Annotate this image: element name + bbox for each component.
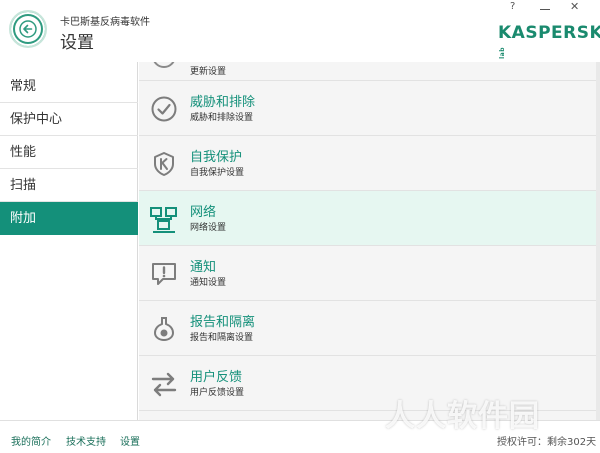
list-item-title: 用户反馈 bbox=[190, 370, 243, 385]
sidebar: 常规 保护中心 性能 扫描 附加 bbox=[0, 62, 138, 420]
app-name: 卡巴斯基反病毒软件 bbox=[60, 17, 150, 28]
minimize-button[interactable] bbox=[540, 2, 550, 10]
list-item-sub: 网络设置 bbox=[190, 223, 227, 233]
list-item-title: 网络 bbox=[190, 205, 217, 220]
list-item-title: 威胁和排除 bbox=[190, 95, 256, 110]
list-item-threats[interactable]: 威胁和排除 威胁和排除设置 bbox=[139, 81, 600, 136]
sidebar-item-protection-center[interactable]: 保护中心 bbox=[0, 103, 138, 136]
header: 卡巴斯基反病毒软件 设置 ? ✕ KASPERSKYlab bbox=[0, 0, 600, 62]
watermark: 人人软件园 bbox=[385, 399, 540, 434]
back-arrow-icon bbox=[15, 16, 41, 42]
list-item-reports[interactable]: 报告和隔离 报告和隔离设置 bbox=[139, 301, 600, 356]
list-item-sub: 报告和隔离设置 bbox=[190, 333, 254, 343]
list-item-update-partial[interactable]: 更新设置 bbox=[139, 62, 600, 81]
shield-k-icon bbox=[149, 149, 179, 179]
list-item-notifications[interactable]: 通知 通知设置 bbox=[139, 246, 600, 301]
sidebar-item-additional[interactable]: 附加 bbox=[0, 202, 138, 235]
update-icon bbox=[149, 62, 179, 71]
license-status: 授权许可：剩余302天 bbox=[497, 437, 597, 448]
list-item-network[interactable]: 网络 网络设置 bbox=[139, 191, 600, 246]
help-button[interactable]: ? bbox=[510, 1, 515, 12]
sidebar-item-performance[interactable]: 性能 bbox=[0, 136, 138, 169]
flask-icon bbox=[149, 314, 179, 344]
kaspersky-logo: KASPERSKYlab bbox=[498, 23, 600, 59]
list-item-sub: 通知设置 bbox=[190, 278, 227, 288]
list-item-title: 自我保护 bbox=[190, 150, 243, 165]
list-item-self-protection[interactable]: 自我保护 自我保护设置 bbox=[139, 136, 600, 191]
page-title: 设置 bbox=[60, 33, 94, 53]
check-circle-icon bbox=[149, 94, 179, 124]
close-button[interactable]: ✕ bbox=[570, 0, 579, 13]
settings-list: 更新设置 威胁和排除 威胁和排除设置 自我保护 自我保护设置 网络 网络设置 通… bbox=[139, 62, 600, 420]
notification-icon bbox=[149, 259, 179, 289]
list-item-sub: 用户反馈设置 bbox=[190, 388, 245, 398]
list-item-sub: 威胁和排除设置 bbox=[190, 113, 254, 123]
my-profile-link[interactable]: 我的简介 bbox=[11, 433, 51, 448]
settings-link[interactable]: 设置 bbox=[120, 433, 140, 448]
sidebar-item-scan[interactable]: 扫描 bbox=[0, 169, 138, 202]
list-item-title: 报告和隔离 bbox=[190, 315, 256, 330]
list-item-sub: 更新设置 bbox=[190, 67, 227, 77]
arrows-exchange-icon bbox=[149, 369, 179, 399]
list-item-title: 通知 bbox=[190, 260, 217, 275]
list-item-sub: 自我保护设置 bbox=[190, 168, 245, 178]
back-button[interactable] bbox=[9, 10, 47, 48]
scrollbar[interactable] bbox=[596, 62, 600, 420]
network-icon bbox=[149, 204, 179, 234]
sidebar-item-general[interactable]: 常规 bbox=[0, 70, 138, 103]
support-link[interactable]: 技术支持 bbox=[66, 433, 106, 448]
